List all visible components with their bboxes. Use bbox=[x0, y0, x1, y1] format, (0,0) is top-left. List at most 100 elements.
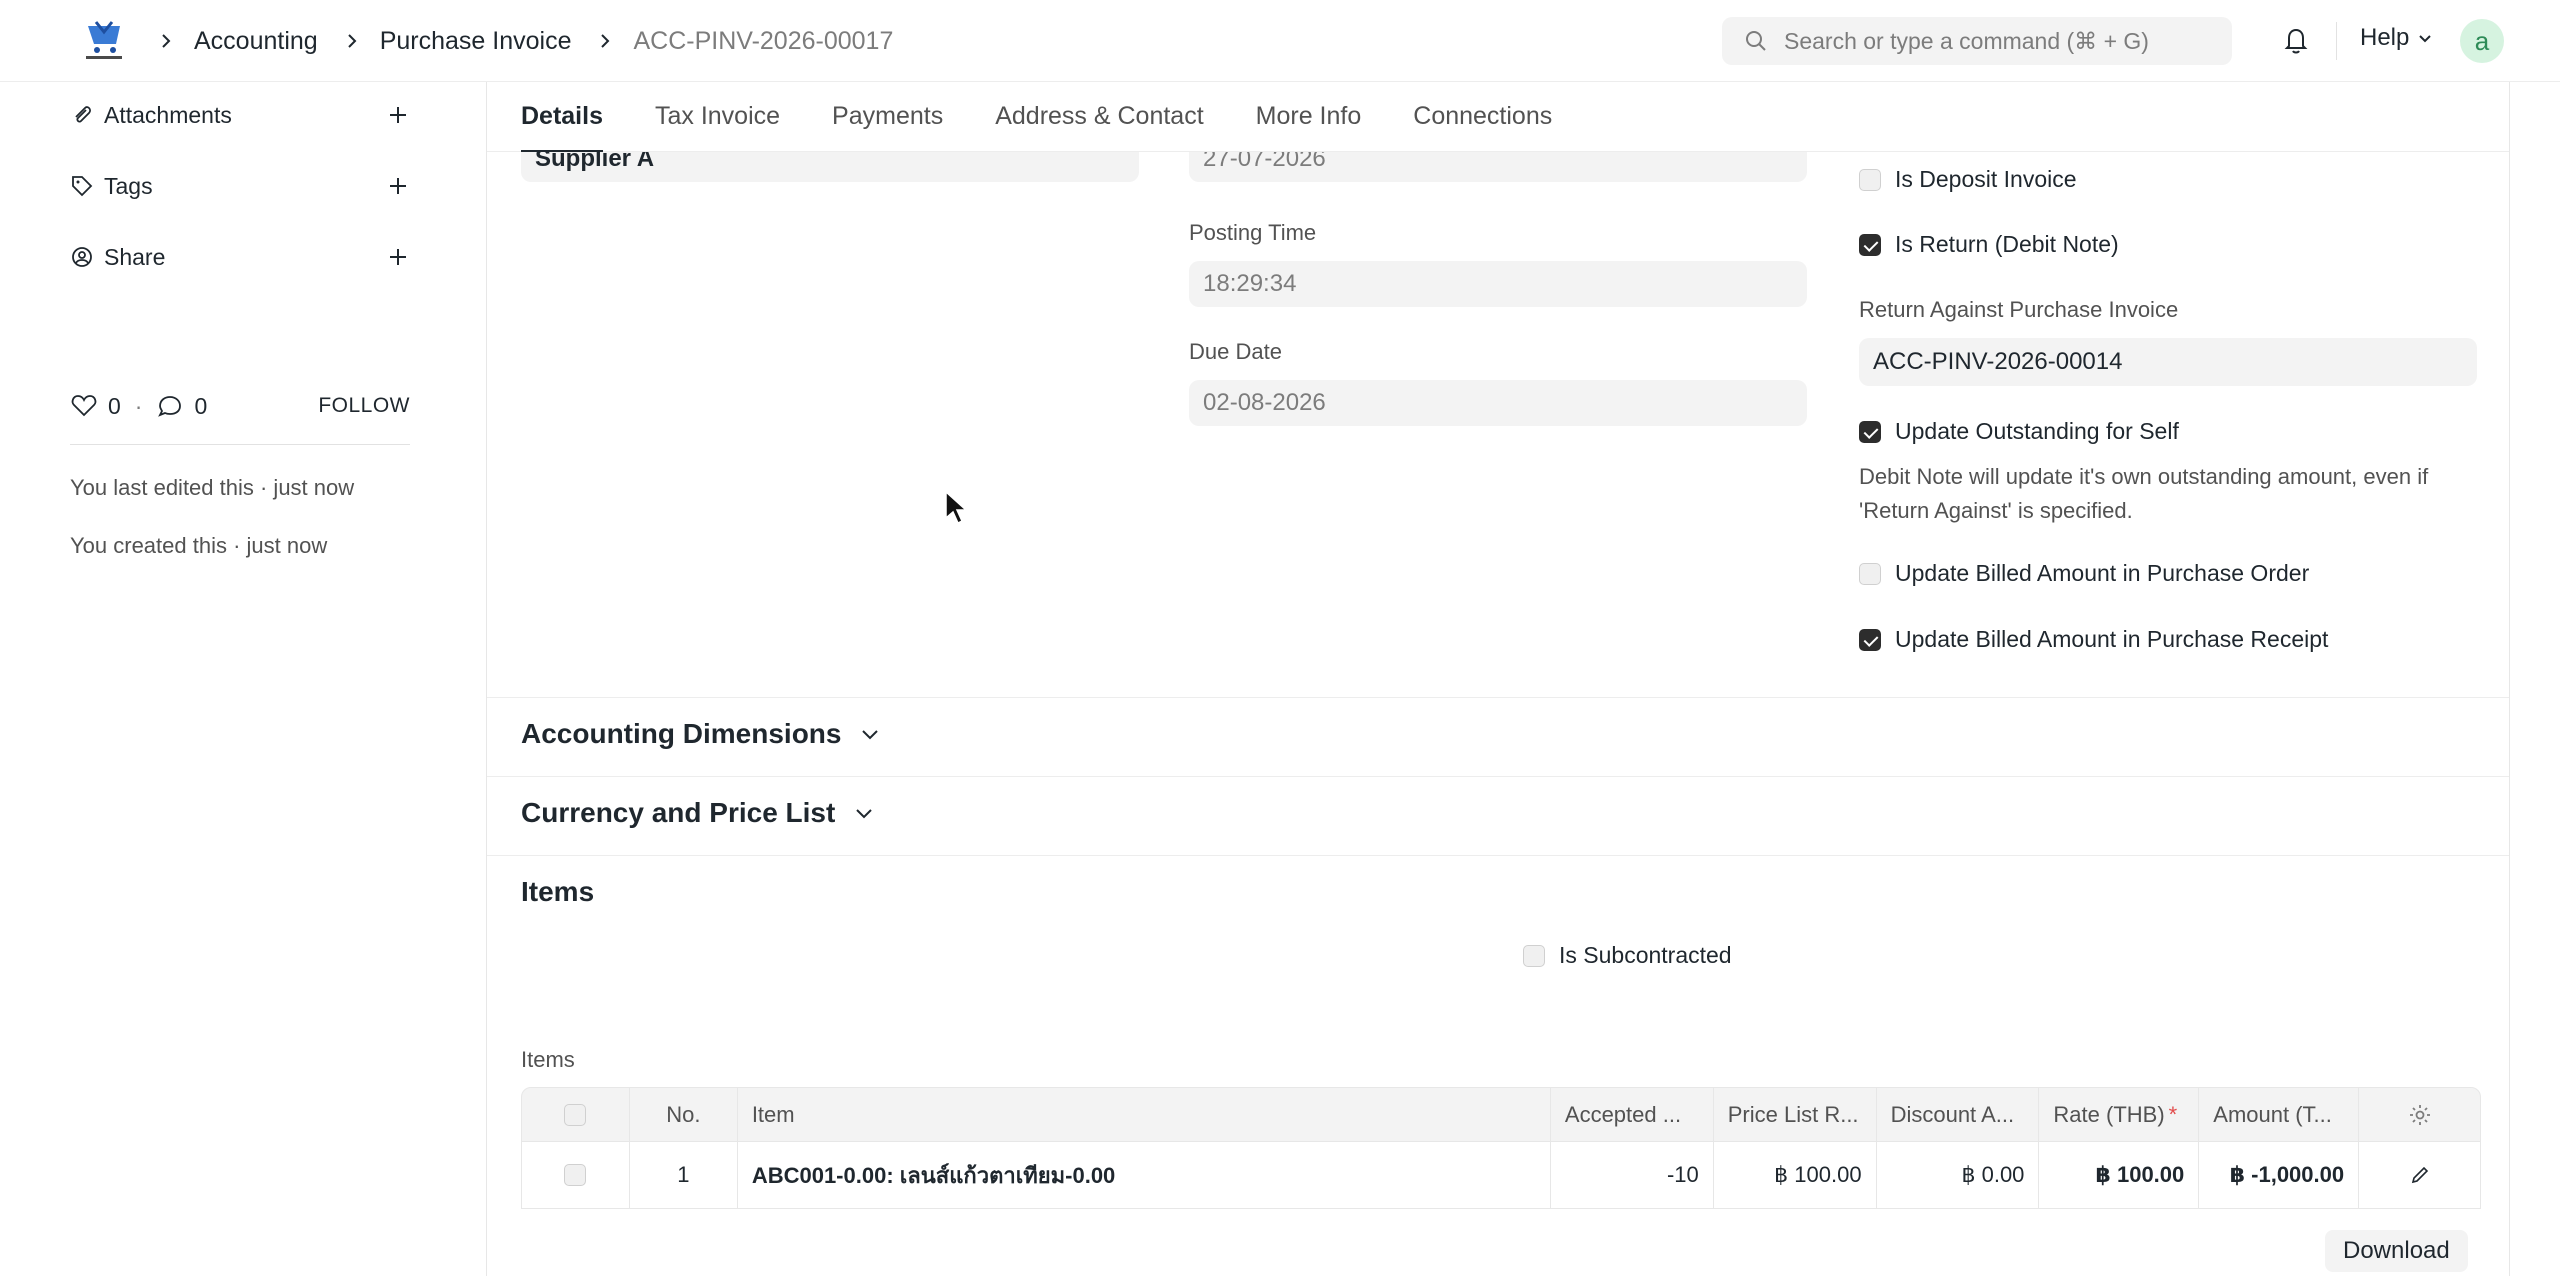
likes-count: 0 bbox=[108, 392, 121, 419]
section-title[interactable]: Currency and Price List bbox=[521, 797, 835, 829]
col-header-rate-label: Rate (THB) bbox=[2053, 1101, 2165, 1127]
chevron-right-icon bbox=[162, 34, 171, 48]
checkbox-box[interactable] bbox=[1859, 420, 1881, 443]
checkbox-label: Update Billed Amount in Purchase Receipt bbox=[1895, 626, 2329, 652]
is-deposit-invoice-checkbox[interactable]: Is Deposit Invoice bbox=[1859, 166, 2077, 193]
heart-icon[interactable] bbox=[70, 392, 98, 420]
comments-count: 0 bbox=[194, 392, 208, 419]
tab-tax-invoice[interactable]: Tax Invoice bbox=[655, 82, 780, 152]
section-divider bbox=[487, 855, 2509, 856]
chevron-down-icon bbox=[2419, 35, 2432, 43]
download-button[interactable]: Download bbox=[2325, 1230, 2468, 1272]
section-currency-price-list[interactable]: Currency and Price List bbox=[521, 797, 875, 829]
section-divider bbox=[487, 776, 2509, 777]
due-date-label: Due Date bbox=[1189, 339, 1282, 364]
items-table-label: Items bbox=[521, 1047, 575, 1072]
posting-time-field[interactable]: 18:29:34 bbox=[1189, 261, 1807, 307]
chevron-right-icon bbox=[347, 34, 357, 48]
checkbox-box[interactable] bbox=[1859, 233, 1881, 256]
row-discount-amount[interactable]: ฿ 0.00 bbox=[1877, 1142, 2040, 1208]
col-header-amount: Amount (T... bbox=[2199, 1088, 2360, 1141]
row-accepted-qty[interactable]: -10 bbox=[1551, 1142, 1714, 1208]
checkbox-box[interactable] bbox=[1859, 168, 1881, 191]
top-navbar: Accounting Purchase Invoice ACC-PINV-202… bbox=[0, 0, 2560, 82]
tag-icon bbox=[72, 176, 93, 197]
col-header-discount-amount: Discount A... bbox=[1877, 1088, 2040, 1141]
items-table: No. Item Accepted ... Price List R... Di… bbox=[521, 1087, 2481, 1209]
col-header-rate: Rate (THB) * bbox=[2039, 1088, 2200, 1141]
is-subcontracted-checkbox[interactable]: Is Subcontracted bbox=[1523, 942, 1732, 969]
tab-details[interactable]: Details bbox=[521, 82, 603, 152]
tab-address-contact[interactable]: Address & Contact bbox=[995, 82, 1203, 152]
chevron-down-icon[interactable] bbox=[853, 802, 875, 824]
app-logo-icon[interactable] bbox=[80, 18, 128, 62]
tab-payments[interactable]: Payments bbox=[832, 82, 943, 152]
row-select-checkbox[interactable] bbox=[564, 1164, 587, 1186]
help-dropdown[interactable]: Help bbox=[2360, 24, 2433, 52]
chevron-down-icon[interactable] bbox=[859, 723, 881, 745]
sidebar-item-share[interactable]: Share bbox=[70, 232, 410, 282]
tab-more-info[interactable]: More Info bbox=[1256, 82, 1362, 152]
checkbox-box[interactable] bbox=[1859, 628, 1881, 651]
bell-icon[interactable] bbox=[2280, 24, 2312, 56]
column-settings-cell bbox=[2359, 1088, 2480, 1141]
section-title[interactable]: Accounting Dimensions bbox=[521, 718, 841, 750]
update-outstanding-description: Debit Note will update it's own outstand… bbox=[1859, 464, 2429, 523]
checkbox-label: Update Outstanding for Self bbox=[1895, 418, 2179, 444]
breadcrumb-item-purchase-invoice[interactable]: Purchase Invoice bbox=[318, 27, 572, 56]
comment-icon[interactable] bbox=[156, 392, 184, 420]
row-rate[interactable]: ฿ 100.00 bbox=[2039, 1142, 2200, 1208]
row-edit-cell bbox=[2359, 1142, 2480, 1208]
activity-last-edited: You last edited this · just now bbox=[70, 475, 355, 500]
col-header-no: No. bbox=[630, 1088, 738, 1141]
sidebar: Attachments Tags Share 0 · 0 FOLLOW You … bbox=[0, 82, 486, 1276]
section-divider bbox=[487, 697, 2509, 698]
search-bar[interactable] bbox=[1722, 17, 2232, 65]
activity-created: You created this · just now bbox=[70, 533, 328, 558]
due-date-value: 02-08-2026 bbox=[1203, 389, 1326, 416]
due-date-field[interactable]: 02-08-2026 bbox=[1189, 380, 1807, 426]
separator-dot: · bbox=[134, 392, 143, 419]
select-all-checkbox[interactable] bbox=[564, 1103, 587, 1126]
avatar[interactable]: a bbox=[2460, 19, 2504, 63]
row-no: 1 bbox=[630, 1142, 738, 1208]
update-billed-pr-checkbox[interactable]: Update Billed Amount in Purchase Receipt bbox=[1859, 626, 2328, 653]
follow-button[interactable]: FOLLOW bbox=[318, 394, 410, 418]
return-against-field[interactable]: ACC-PINV-2026-00014 bbox=[1859, 338, 2477, 386]
row-amount: ฿ -1,000.00 bbox=[2199, 1142, 2360, 1208]
sidebar-item-attachments[interactable]: Attachments bbox=[70, 90, 410, 140]
form-tabs: Details Tax Invoice Payments Address & C… bbox=[487, 82, 2509, 152]
breadcrumb-label[interactable]: Accounting bbox=[194, 27, 318, 56]
is-return-checkbox[interactable]: Is Return (Debit Note) bbox=[1859, 231, 2119, 258]
breadcrumb-item-accounting[interactable]: Accounting bbox=[152, 27, 318, 56]
update-billed-po-checkbox[interactable]: Update Billed Amount in Purchase Order bbox=[1859, 560, 2309, 587]
update-outstanding-checkbox[interactable]: Update Outstanding for Self bbox=[1859, 418, 2179, 445]
breadcrumb-label: ACC-PINV-2026-00017 bbox=[633, 26, 894, 55]
sidebar-item-label: Attachments bbox=[104, 101, 232, 128]
posting-time-value: 18:29:34 bbox=[1203, 270, 1297, 297]
add-attachment-icon[interactable] bbox=[386, 103, 410, 127]
gear-icon[interactable] bbox=[2408, 1103, 2432, 1127]
row-price-list-rate[interactable]: ฿ 100.00 bbox=[1714, 1142, 1877, 1208]
sidebar-divider bbox=[70, 444, 410, 445]
help-label[interactable]: Help bbox=[2360, 24, 2409, 52]
row-item[interactable]: ABC001-0.00: เลนส์แก้วตาเทียม-0.00 bbox=[738, 1142, 1551, 1208]
chevron-right-icon bbox=[601, 34, 610, 48]
breadcrumb-label[interactable]: Purchase Invoice bbox=[380, 27, 572, 56]
add-tag-icon[interactable] bbox=[386, 174, 410, 198]
col-header-price-list-rate: Price List R... bbox=[1714, 1088, 1877, 1141]
tab-connections[interactable]: Connections bbox=[1413, 82, 1552, 152]
select-all-cell bbox=[522, 1088, 630, 1141]
breadcrumb: Accounting Purchase Invoice ACC-PINV-202… bbox=[152, 0, 893, 82]
checkbox-box[interactable] bbox=[1859, 562, 1881, 585]
table-header: No. Item Accepted ... Price List R... Di… bbox=[521, 1087, 2481, 1142]
search-input[interactable] bbox=[1784, 27, 2224, 55]
checkbox-box[interactable] bbox=[1523, 944, 1545, 967]
table-row[interactable]: 1 ABC001-0.00: เลนส์แก้วตาเทียม-0.00 -10… bbox=[521, 1142, 2481, 1209]
sidebar-item-tags[interactable]: Tags bbox=[70, 161, 410, 211]
like-comment-stats: 0 · 0 FOLLOW bbox=[70, 382, 410, 430]
section-accounting-dimensions[interactable]: Accounting Dimensions bbox=[521, 718, 881, 750]
add-share-icon[interactable] bbox=[386, 245, 410, 269]
share-user-icon bbox=[72, 247, 92, 267]
edit-pencil-icon[interactable] bbox=[2409, 1164, 2431, 1186]
